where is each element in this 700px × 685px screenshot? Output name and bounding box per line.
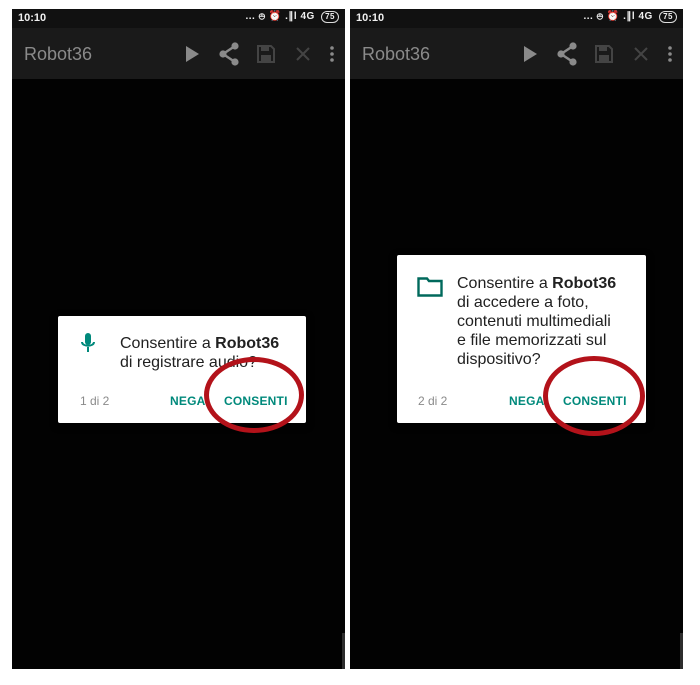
message-prefix: Consentire a — [120, 335, 216, 352]
save-button[interactable] — [589, 40, 619, 68]
phone-screen-left: 10:10 ... ⦺ ⏰ .∥l 4G 75 Robot36 Consenti… — [12, 9, 345, 669]
message-line: contenuti multimediali — [457, 313, 611, 330]
permission-message: Consentire a Robot36 di accedere a foto,… — [457, 274, 616, 369]
message-line: di accedere a foto, — [457, 294, 589, 311]
status-indicators: ... ⦺ ⏰ .∥l 4G 75 — [245, 11, 339, 23]
message-line: dispositivo? — [457, 351, 541, 368]
overflow-menu-button[interactable] — [663, 40, 677, 68]
share-icon — [557, 42, 577, 66]
share-button[interactable] — [552, 40, 582, 68]
signal-indicators: ... ⦺ ⏰ .∥l 4G — [583, 11, 653, 22]
permission-dialog: Consentire a Robot36 di accedere a foto,… — [397, 255, 646, 423]
app-title: Robot36 — [362, 44, 431, 64]
overflow-menu-button[interactable] — [325, 40, 339, 68]
permission-message: Consentire a Robot36 di registrare audio… — [120, 334, 279, 372]
close-icon — [634, 47, 648, 61]
phone-screen-right: 10:10 ... ⦺ ⏰ .∥l 4G 75 Robot36 Consenti… — [350, 9, 683, 669]
app-bar: Robot36 — [350, 28, 683, 79]
status-indicators: ... ⦺ ⏰ .∥l 4G 75 — [583, 11, 677, 23]
app-title: Robot36 — [24, 44, 93, 64]
play-icon — [186, 46, 199, 62]
scrollbar[interactable] — [680, 633, 683, 669]
play-button[interactable] — [515, 40, 545, 68]
save-button[interactable] — [251, 40, 281, 68]
message-text: di registrare audio? — [120, 354, 257, 371]
share-button[interactable] — [214, 40, 244, 68]
close-button[interactable] — [288, 40, 318, 68]
status-bar: 10:10 ... ⦺ ⏰ .∥l 4G 75 — [350, 9, 683, 28]
app-bar-actions — [508, 40, 677, 68]
overflow-menu-icon — [668, 46, 672, 62]
microphone-icon — [81, 333, 95, 352]
play-button[interactable] — [177, 40, 207, 68]
dialog-counter: 2 di 2 — [418, 394, 448, 408]
folder-icon — [417, 277, 443, 297]
status-time: 10:10 — [356, 12, 385, 24]
scrollbar[interactable] — [342, 633, 345, 669]
app-bar: Robot36 — [12, 28, 345, 79]
app-name: Robot36 — [215, 335, 280, 352]
share-icon — [219, 42, 239, 66]
status-bar: 10:10 ... ⦺ ⏰ .∥l 4G 75 — [12, 9, 345, 28]
message-prefix: Consentire a — [457, 275, 553, 292]
dialog-counter: 1 di 2 — [80, 394, 110, 408]
deny-button[interactable]: NEGA — [170, 394, 205, 408]
battery-level: 75 — [659, 11, 677, 23]
allow-button[interactable]: CONSENTI — [563, 394, 627, 408]
save-icon — [257, 45, 275, 63]
deny-button[interactable]: NEGA — [509, 394, 544, 408]
app-bar-actions — [170, 40, 339, 68]
overflow-menu-icon — [330, 46, 334, 62]
status-time: 10:10 — [18, 12, 47, 24]
permission-dialog: Consentire a Robot36 di registrare audio… — [58, 316, 306, 423]
play-icon — [524, 46, 537, 62]
save-icon — [595, 45, 613, 63]
close-button[interactable] — [626, 40, 656, 68]
app-name: Robot36 — [552, 275, 617, 292]
allow-button[interactable]: CONSENTI — [224, 394, 288, 408]
battery-level: 75 — [321, 11, 339, 23]
message-line: e file memorizzati sul — [457, 332, 607, 349]
close-icon — [296, 47, 310, 61]
signal-indicators: ... ⦺ ⏰ .∥l 4G — [245, 11, 315, 22]
